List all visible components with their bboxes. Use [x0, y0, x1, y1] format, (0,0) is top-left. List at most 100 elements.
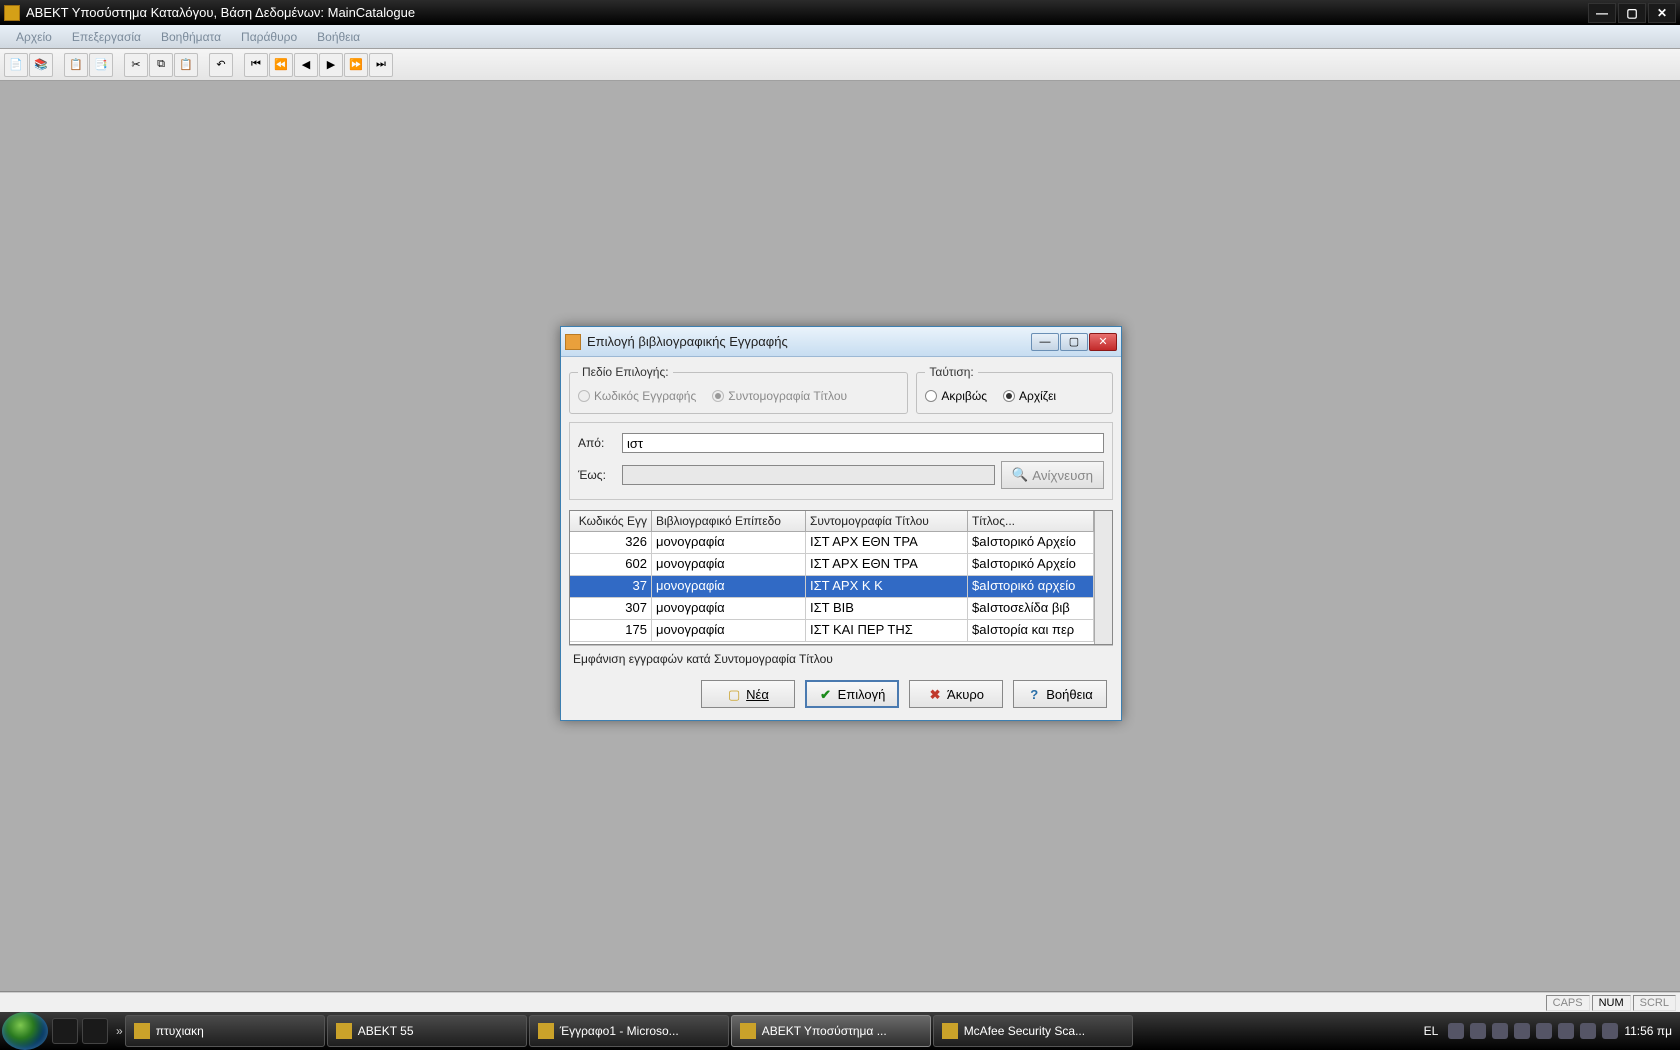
- menu-help[interactable]: Βοήθεια: [307, 27, 370, 47]
- table-row[interactable]: 326μονογραφίαΙΣΤ ΑΡΧ ΕΘΝ ΤΡΑ$aΙστορικό Α…: [570, 532, 1094, 554]
- network-icon[interactable]: [1580, 1023, 1596, 1039]
- cell-title: $aΙστορικό Αρχείο: [968, 554, 1094, 575]
- cell-level: μονογραφία: [652, 598, 806, 619]
- dialog-icon: [565, 334, 581, 350]
- caps-indicator: CAPS: [1546, 995, 1590, 1011]
- cancel-button[interactable]: ✖ Άκυρο: [909, 680, 1003, 708]
- select-button[interactable]: ✔ Επιλογή: [805, 680, 899, 708]
- dialog-status: Εμφάνιση εγγραφών κατά Συντομογραφία Τίτ…: [569, 645, 1113, 672]
- match-legend: Ταύτιση:: [925, 365, 977, 379]
- taskbar-item[interactable]: McAfee Security Sca...: [933, 1015, 1133, 1047]
- col-abbr[interactable]: Συντομογραφία Τίτλου: [806, 511, 968, 531]
- toolbar-next[interactable]: ▶: [319, 53, 343, 77]
- from-input[interactable]: [622, 433, 1104, 453]
- start-button[interactable]: [2, 1012, 48, 1050]
- taskbar-item[interactable]: Έγγραφο1 - Microso...: [529, 1015, 729, 1047]
- table-row[interactable]: 307μονογραφίαΙΣΤ ΒΙΒ$aΙστοσελίδα βιβ: [570, 598, 1094, 620]
- search-icon: 🔍: [1012, 467, 1029, 483]
- toolbar-btn-2[interactable]: 📚: [29, 53, 53, 77]
- taskbar-item[interactable]: ΑΒΕΚΤ Υποσύστημα ...: [731, 1015, 931, 1047]
- cell-abbr: ΙΣΤ ΚΑΙ ΠΕΡ ΤΗΣ: [806, 620, 968, 641]
- cell-title: $aΙστορία και περ: [968, 620, 1094, 641]
- cell-level: μονογραφία: [652, 554, 806, 575]
- task-icon: [942, 1023, 958, 1039]
- match-group: Ταύτιση: Ακριβώς Αρχίζει: [916, 365, 1113, 414]
- x-icon: ✖: [928, 687, 942, 701]
- toolbar-cut[interactable]: ✂: [124, 53, 148, 77]
- menu-bar: Αρχείο Επεξεργασία Βοηθήματα Παράθυρο Βο…: [0, 25, 1680, 49]
- table-row[interactable]: 175μονογραφίαΙΣΤ ΚΑΙ ΠΕΡ ΤΗΣ$aΙστορία κα…: [570, 620, 1094, 642]
- col-title[interactable]: Τίτλος...: [968, 511, 1094, 531]
- range-box: Από: Έως: 🔍 Ανίχνευση: [569, 422, 1113, 500]
- taskbar-item[interactable]: ABEKT 55: [327, 1015, 527, 1047]
- app-icon: [4, 5, 20, 21]
- tray-icon[interactable]: [1492, 1023, 1508, 1039]
- quicklaunch-1[interactable]: [52, 1018, 78, 1044]
- system-tray: EL 11:56 πμ: [1420, 1022, 1680, 1040]
- cell-abbr: ΙΣΤ ΑΡΧ ΕΘΝ ΤΡΑ: [806, 532, 968, 553]
- cell-level: μονογραφία: [652, 576, 806, 597]
- cell-level: μονογραφία: [652, 532, 806, 553]
- table-row[interactable]: 37μονογραφίαΙΣΤ ΑΡΧ Κ Κ$aΙστορικό αρχείο: [570, 576, 1094, 598]
- minimize-button[interactable]: —: [1588, 3, 1616, 23]
- table-scrollbar[interactable]: [1094, 511, 1112, 644]
- taskbar-item[interactable]: πτυχιακη: [125, 1015, 325, 1047]
- quicklaunch-2[interactable]: [82, 1018, 108, 1044]
- dialog-close-button[interactable]: ✕: [1089, 333, 1117, 351]
- cell-code: 37: [570, 576, 652, 597]
- new-icon: ▢: [727, 687, 741, 701]
- task-icon: [740, 1023, 756, 1039]
- taskbar: » πτυχιακη ABEKT 55 Έγγραφο1 - Microso... Α…: [0, 1012, 1680, 1050]
- selection-field-group: Πεδίο Επιλογής: Κωδικός Εγγραφής Συντομο…: [569, 365, 908, 414]
- scrl-indicator: SCRL: [1633, 995, 1676, 1011]
- mdi-client-area: Επιλογή βιβλιογραφικής Εγγραφής — ▢ ✕ Πε…: [0, 81, 1680, 992]
- toolbar-btn-1[interactable]: 📄: [4, 53, 28, 77]
- cell-abbr: ΙΣΤ ΑΡΧ Κ Κ: [806, 576, 968, 597]
- task-icon: [336, 1023, 352, 1039]
- dialog-title: Επιλογή βιβλιογραφικής Εγγραφής: [587, 334, 1031, 349]
- menu-tools[interactable]: Βοηθήματα: [151, 27, 231, 47]
- maximize-button[interactable]: ▢: [1618, 3, 1646, 23]
- radio-starts[interactable]: Αρχίζει: [1003, 389, 1056, 403]
- toolbar-copy[interactable]: ⧉: [149, 53, 173, 77]
- tray-icon[interactable]: [1536, 1023, 1552, 1039]
- tray-icon[interactable]: [1558, 1023, 1574, 1039]
- toolbar-next-page[interactable]: ⏩: [344, 53, 368, 77]
- col-level[interactable]: Βιβλιογραφικό Επίπεδο: [652, 511, 806, 531]
- to-input: [622, 465, 995, 485]
- dialog-title-bar[interactable]: Επιλογή βιβλιογραφικής Εγγραφής — ▢ ✕: [561, 327, 1121, 357]
- new-button[interactable]: ▢ Νέα: [701, 680, 795, 708]
- toolbar-paste[interactable]: 📋: [174, 53, 198, 77]
- toolbar-last[interactable]: ⏭: [369, 53, 393, 77]
- language-indicator[interactable]: EL: [1420, 1022, 1443, 1040]
- quicklaunch-overflow[interactable]: »: [116, 1024, 123, 1038]
- radio-exact[interactable]: Ακριβώς: [925, 389, 987, 403]
- toolbar-first[interactable]: ⏮: [244, 53, 268, 77]
- cell-code: 307: [570, 598, 652, 619]
- toolbar-prev[interactable]: ◀: [294, 53, 318, 77]
- col-code[interactable]: Κωδικός Εγγ: [570, 511, 652, 531]
- dialog-minimize-button[interactable]: —: [1031, 333, 1059, 351]
- help-button[interactable]: ? Βοήθεια: [1013, 680, 1107, 708]
- toolbar-prev-page[interactable]: ⏪: [269, 53, 293, 77]
- menu-edit[interactable]: Επεξεργασία: [62, 27, 151, 47]
- toolbar: 📄 📚 📋 📑 ✂ ⧉ 📋 ↶ ⏮ ⏪ ◀ ▶ ⏩ ⏭: [0, 49, 1680, 81]
- clock[interactable]: 11:56 πμ: [1624, 1024, 1672, 1038]
- menu-window[interactable]: Παράθυρο: [231, 27, 307, 47]
- cell-code: 175: [570, 620, 652, 641]
- task-label: ΑΒΕΚΤ Υποσύστημα ...: [762, 1024, 887, 1038]
- tray-icon[interactable]: [1448, 1023, 1464, 1039]
- close-button[interactable]: ✕: [1648, 3, 1676, 23]
- tray-icon[interactable]: [1470, 1023, 1486, 1039]
- toolbar-btn-4[interactable]: 📑: [89, 53, 113, 77]
- tray-icon[interactable]: [1514, 1023, 1530, 1039]
- toolbar-undo[interactable]: ↶: [209, 53, 233, 77]
- cell-title: $aΙστορικό αρχείο: [968, 576, 1094, 597]
- toolbar-btn-3[interactable]: 📋: [64, 53, 88, 77]
- table-row[interactable]: 602μονογραφίαΙΣΤ ΑΡΧ ΕΘΝ ΤΡΑ$aΙστορικό Α…: [570, 554, 1094, 576]
- task-label: ABEKT 55: [358, 1024, 414, 1038]
- dialog-maximize-button[interactable]: ▢: [1060, 333, 1088, 351]
- volume-icon[interactable]: [1602, 1023, 1618, 1039]
- menu-file[interactable]: Αρχείο: [6, 27, 62, 47]
- task-label: McAfee Security Sca...: [964, 1024, 1085, 1038]
